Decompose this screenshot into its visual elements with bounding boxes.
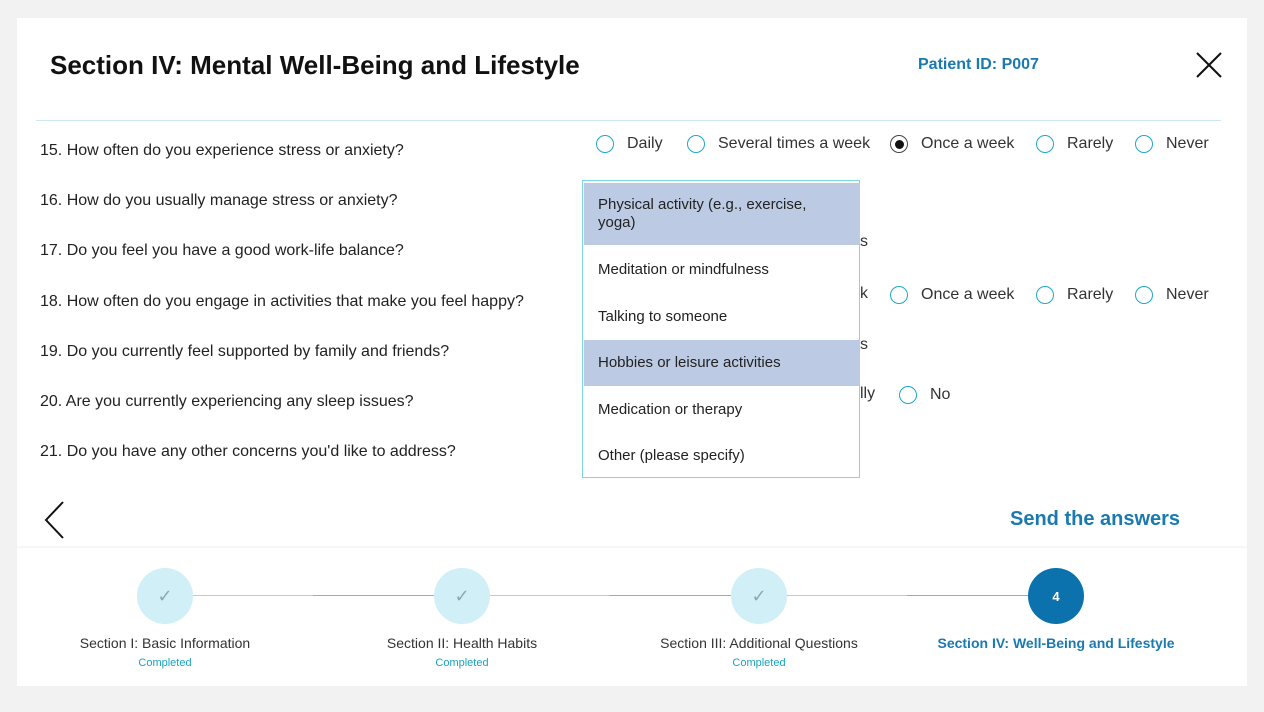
question-18: 18. How often do you engage in activitie… — [40, 293, 524, 310]
question-16: 16. How do you usually manage stress or … — [40, 192, 398, 209]
step-3-name: Section III: Additional Questions — [660, 635, 858, 651]
radio-label: Once a week — [921, 286, 1015, 303]
step-1-status: Completed — [138, 657, 192, 669]
radio-circle[interactable] — [1036, 135, 1054, 153]
step-2-check-icon[interactable]: ✓ — [434, 568, 490, 624]
q18-option-never[interactable]: Never — [1135, 283, 1209, 307]
step-2-status: Completed — [435, 657, 489, 669]
header-divider — [36, 120, 1221, 121]
dropdown-option-talking[interactable]: Talking to someone — [584, 294, 860, 340]
stress-management-dropdown[interactable]: Physical activity (e.g., exercise, yoga)… — [582, 180, 860, 478]
step-connector — [787, 595, 907, 596]
chevron-left-icon[interactable] — [42, 500, 68, 540]
dropdown-option-other[interactable]: Other (please specify) — [584, 433, 860, 479]
dropdown-option-label: Physical activity (e.g., exercise, yoga) — [598, 196, 807, 231]
q15-option-rarely[interactable]: Rarely — [1036, 132, 1113, 156]
question-20: 20. Are you currently experiencing any s… — [40, 393, 414, 410]
radio-circle-selected[interactable] — [890, 135, 908, 153]
step-3-status: Completed — [732, 657, 786, 669]
question-15: 15. How often do you experience stress o… — [40, 142, 404, 159]
radio-label: No — [930, 386, 951, 403]
q17-option-partial: s — [860, 233, 868, 250]
q20-option-no[interactable]: No — [899, 383, 950, 407]
step-1-check-icon[interactable]: ✓ — [137, 568, 193, 624]
step-connector — [490, 595, 610, 596]
step-connector — [610, 595, 731, 596]
dropdown-option-meditation[interactable]: Meditation or mindfulness — [584, 247, 860, 293]
patient-id-label: Patient ID: P007 — [918, 56, 1039, 73]
step-4-name: Section IV: Well-Being and Lifestyle — [937, 635, 1175, 651]
radio-label: Several times a week — [718, 135, 871, 152]
dropdown-option-medication[interactable]: Medication or therapy — [584, 387, 860, 433]
page-title: Section IV: Mental Well-Being and Lifest… — [50, 50, 580, 80]
radio-label: Once a week — [921, 135, 1015, 152]
q18-option-partial: k — [860, 285, 868, 302]
radio-circle[interactable] — [1135, 286, 1153, 304]
radio-circle[interactable] — [890, 286, 908, 304]
footer-divider — [17, 546, 1247, 548]
close-button[interactable] — [1194, 50, 1224, 80]
radio-label: Never — [1166, 286, 1209, 303]
dropdown-option-label: Medication or therapy — [598, 401, 743, 418]
step-3-check-icon[interactable]: ✓ — [731, 568, 787, 624]
send-answers-button[interactable]: Send the answers — [1010, 508, 1180, 531]
radio-circle[interactable] — [1135, 135, 1153, 153]
question-21: 21. Do you have any other concerns you'd… — [40, 443, 456, 460]
step-connector — [313, 595, 434, 596]
radio-circle[interactable] — [687, 135, 705, 153]
dropdown-option-label: Other (please specify) — [598, 447, 745, 464]
dropdown-option-hobbies[interactable]: Hobbies or leisure activities — [584, 340, 860, 386]
radio-circle[interactable] — [899, 386, 917, 404]
radio-label: Daily — [627, 135, 663, 152]
radio-label: Rarely — [1067, 286, 1114, 303]
back-button[interactable] — [42, 500, 68, 540]
q18-radio-group: Once a week Rarely Never — [890, 283, 1230, 307]
dropdown-option-label: Hobbies or leisure activities — [598, 354, 781, 371]
q15-option-never[interactable]: Never — [1135, 132, 1209, 156]
step-2-name: Section II: Health Habits — [386, 635, 538, 651]
dropdown-option-label: Talking to someone — [598, 308, 728, 325]
q18-option-once-a-week[interactable]: Once a week — [890, 283, 1014, 307]
q15-radio-group: Daily Several times a week Once a week R… — [596, 132, 1236, 156]
radio-label: Rarely — [1067, 135, 1114, 152]
radio-label: Never — [1166, 135, 1209, 152]
radio-circle[interactable] — [1036, 286, 1054, 304]
question-19: 19. Do you currently feel supported by f… — [40, 343, 450, 360]
close-icon[interactable] — [1194, 50, 1224, 80]
q20-option-partial: lly — [860, 385, 876, 402]
step-connector — [907, 595, 1028, 596]
q15-option-several-times[interactable]: Several times a week — [687, 132, 870, 156]
dropdown-option-physical-activity[interactable]: Physical activity (e.g., exercise, yoga) — [584, 183, 860, 245]
q20-radio-group: No — [899, 383, 979, 407]
q15-option-once-a-week[interactable]: Once a week — [890, 132, 1014, 156]
step-1-name: Section I: Basic Information — [79, 635, 251, 651]
q18-option-rarely[interactable]: Rarely — [1036, 283, 1113, 307]
step-4-indicator[interactable]: 4 — [1028, 568, 1084, 624]
dropdown-option-label: Meditation or mindfulness — [598, 261, 769, 278]
radio-circle[interactable] — [596, 135, 614, 153]
q15-option-daily[interactable]: Daily — [596, 132, 663, 156]
question-17: 17. Do you feel you have a good work-lif… — [40, 242, 404, 259]
step-connector — [193, 595, 313, 596]
q19-option-partial: s — [860, 336, 868, 353]
